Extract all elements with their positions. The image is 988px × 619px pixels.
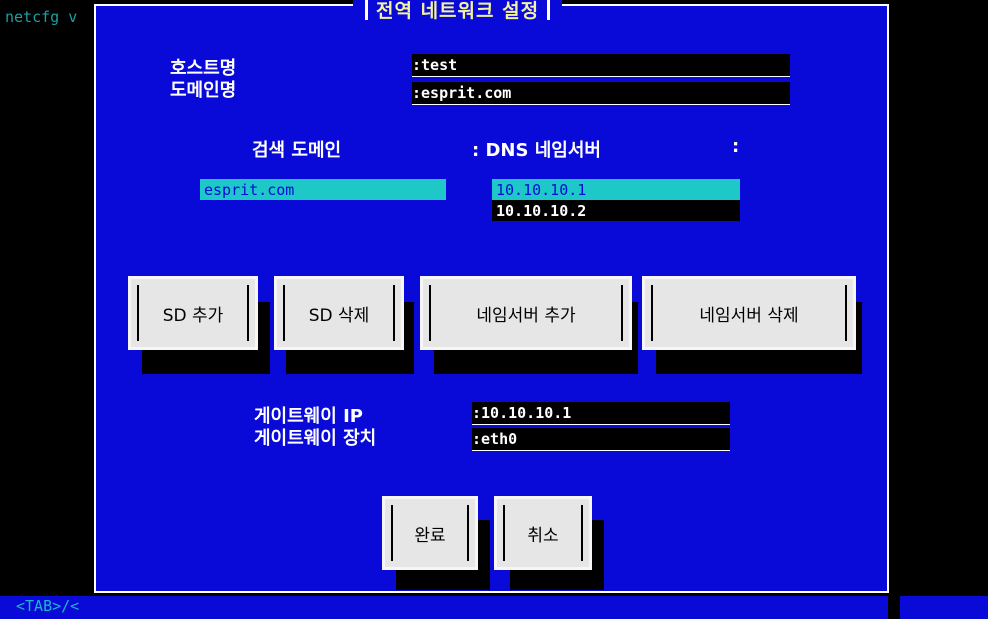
sd-delete-label: SD 삭제 (283, 285, 395, 341)
ns-delete-label: 네임서버 삭제 (651, 285, 847, 341)
gateway-ip-field[interactable]: :10.10.10.1 (472, 402, 730, 425)
cancel-label: 취소 (503, 505, 583, 561)
cancel-button[interactable]: 취소 (494, 496, 592, 570)
sd-add-label: SD 추가 (137, 285, 249, 341)
ns-add-label: 네임서버 추가 (429, 285, 623, 341)
gateway-device-field[interactable]: :eth0 (472, 428, 730, 451)
gateway-device-label: 게이트웨이 장치 (254, 428, 377, 449)
sd-delete-button[interactable]: SD 삭제 (274, 276, 404, 350)
search-domain-item[interactable]: esprit.com (200, 179, 446, 200)
dialog-title: 전역 네트워크 설정 (376, 0, 540, 22)
ok-label: 완료 (391, 505, 469, 561)
ns-add-button[interactable]: 네임서버 추가 (420, 276, 632, 350)
bottom-strip-gap (888, 596, 900, 619)
hostname-field[interactable]: :test (412, 54, 790, 77)
gateway-device-value: :eth0 (472, 430, 518, 448)
ns-delete-button[interactable]: 네임서버 삭제 (642, 276, 856, 350)
dns-colon: : (732, 136, 740, 157)
nameserver-item[interactable]: 10.10.10.2 (492, 200, 740, 221)
gateway-ip-value: :10.10.10.1 (472, 404, 572, 422)
dns-nameserver-label: : DNS 네임서버 (472, 140, 601, 161)
title-divider-left (365, 0, 368, 20)
hostname-value: :test (412, 56, 458, 74)
domain-label: 도메인명 (170, 80, 237, 101)
nameserver-list[interactable]: 10.10.10.1 10.10.10.2 (492, 179, 740, 221)
background-app-text: netcfg v (5, 8, 78, 26)
title-divider-right (547, 0, 551, 20)
bottom-status-strip (0, 596, 988, 619)
domain-value: :esprit.com (412, 84, 512, 102)
key-hint: <TAB>/< (16, 597, 80, 615)
ok-button[interactable]: 완료 (382, 496, 478, 570)
dialog-title-bar: 전역 네트워크 설정 (353, 0, 563, 22)
global-network-dialog: 전역 네트워크 설정 호스트명 도메인명 :test :esprit.com 검… (94, 0, 889, 593)
search-domain-list[interactable]: esprit.com (200, 179, 446, 200)
sd-add-button[interactable]: SD 추가 (128, 276, 258, 350)
search-domain-label: 검색 도메인 (252, 140, 342, 161)
domain-field[interactable]: :esprit.com (412, 82, 790, 105)
dialog-edge (889, 4, 901, 596)
nameserver-item[interactable]: 10.10.10.1 (492, 179, 740, 200)
